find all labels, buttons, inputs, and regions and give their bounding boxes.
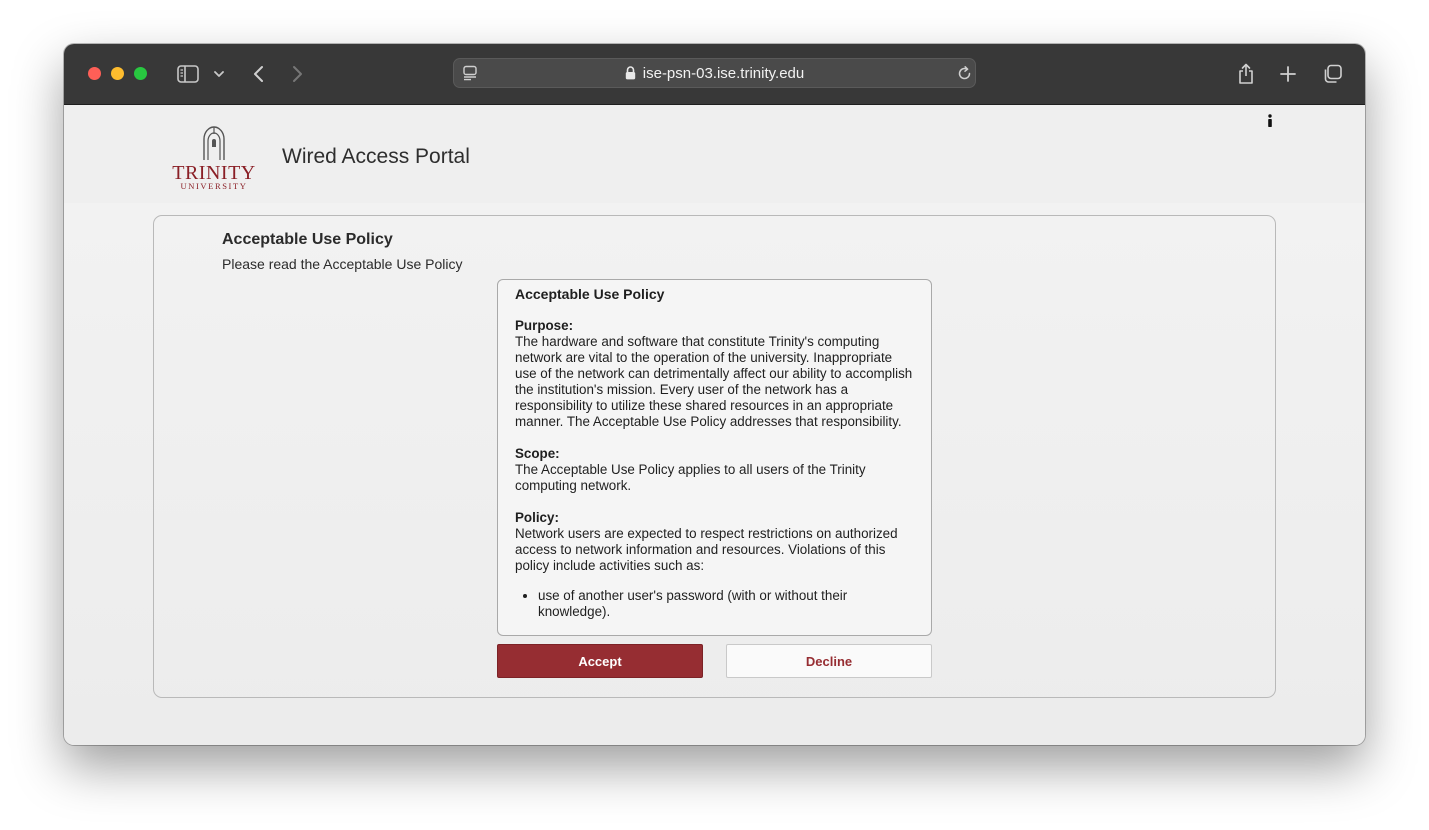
zoom-window-button[interactable] — [134, 67, 147, 80]
page-instruction: Please read the Acceptable Use Policy — [222, 256, 463, 272]
back-icon[interactable] — [250, 61, 266, 87]
policy-scroll-box[interactable]: Acceptable Use Policy Purpose: The hardw… — [497, 279, 932, 636]
close-window-button[interactable] — [88, 67, 101, 80]
policy-text: Network users are expected to respect re… — [515, 526, 898, 573]
policy-heading: Policy: — [515, 510, 559, 525]
minimize-window-button[interactable] — [111, 67, 124, 80]
logo-subtitle: UNIVERSITY — [180, 181, 248, 191]
lock-icon — [625, 66, 636, 80]
chevron-down-icon[interactable] — [212, 61, 226, 87]
browser-toolbar: ise-psn-03.ise.trinity.edu — [64, 44, 1365, 105]
decline-button[interactable]: Decline — [726, 644, 932, 678]
purpose-heading: Purpose: — [515, 318, 574, 333]
scope-text: The Acceptable Use Policy applies to all… — [515, 462, 866, 493]
policy-title: Acceptable Use Policy — [515, 286, 665, 302]
list-item: use of another user's password (with or … — [538, 588, 915, 620]
share-icon[interactable] — [1236, 61, 1256, 87]
url-text: ise-psn-03.ise.trinity.edu — [642, 64, 805, 82]
browser-window: ise-psn-03.ise.trinity.edu TRINITY UNIVE… — [64, 44, 1365, 745]
page-content: TRINITY UNIVERSITY Wired Access Portal A… — [64, 105, 1365, 745]
forward-icon[interactable] — [290, 61, 306, 87]
trinity-logo: TRINITY UNIVERSITY — [166, 125, 262, 193]
page-heading: Acceptable Use Policy — [222, 231, 393, 248]
tower-icon — [200, 125, 228, 166]
sidebar-toggle-icon[interactable] — [176, 61, 200, 87]
scope-heading: Scope: — [515, 446, 560, 461]
info-icon[interactable] — [1262, 111, 1278, 129]
policy-violations-list: use of another user's password (with or … — [515, 588, 915, 620]
tab-overview-icon[interactable] — [1321, 61, 1343, 87]
purpose-text: The hardware and software that constitut… — [515, 334, 913, 429]
reload-icon[interactable] — [956, 65, 972, 81]
address-bar[interactable]: ise-psn-03.ise.trinity.edu — [453, 58, 976, 88]
new-tab-icon[interactable] — [1278, 61, 1298, 87]
portal-header: TRINITY UNIVERSITY Wired Access Portal — [64, 105, 1365, 203]
accept-button[interactable]: Accept — [497, 644, 703, 678]
portal-title: Wired Access Portal — [282, 145, 470, 168]
